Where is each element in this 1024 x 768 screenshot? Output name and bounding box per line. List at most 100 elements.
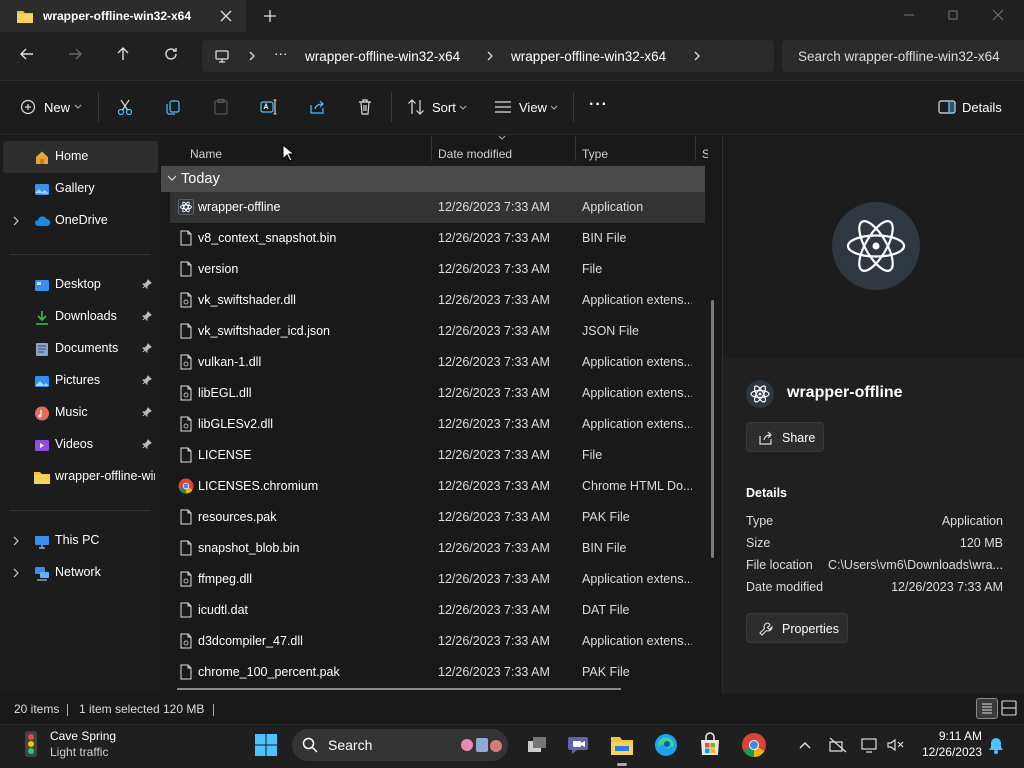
view-label: View: [519, 100, 547, 115]
edge-browser-icon[interactable]: [653, 732, 679, 758]
sidebar-item-documents[interactable]: Documents: [0, 333, 158, 365]
column-divider[interactable]: [575, 136, 576, 161]
sidebar-item-videos[interactable]: Videos: [0, 429, 158, 461]
file-row[interactable]: wrapper-offline 12/26/2023 7:33 AM Applica…: [170, 192, 705, 223]
column-header-name[interactable]: Name: [190, 147, 222, 161]
windows-start-icon[interactable]: [253, 732, 279, 758]
sidebar-item-onedrive[interactable]: OneDrive: [0, 205, 158, 237]
more-options-button[interactable]: ···: [589, 96, 608, 114]
network-tray-icon[interactable]: [860, 736, 880, 754]
close-window-icon[interactable]: [991, 8, 1005, 22]
chevron-right-icon[interactable]: [12, 216, 20, 226]
paste-icon[interactable]: [212, 98, 230, 116]
chevron-right-icon[interactable]: [12, 568, 20, 578]
up-arrow-icon[interactable]: [115, 46, 131, 62]
file-row[interactable]: LICENSES.chromium 12/26/2023 7:33 AM Chrom…: [170, 471, 705, 502]
file-row[interactable]: version 12/26/2023 7:33 AM File: [170, 254, 705, 285]
chevron-right-icon[interactable]: [692, 50, 702, 62]
tray-icon[interactable]: [828, 736, 848, 754]
sidebar-item-this-pc[interactable]: This PC: [0, 525, 158, 557]
search-placeholder: Search wrapper-offline-win32-x64: [798, 49, 1000, 64]
delete-icon[interactable]: [356, 98, 374, 116]
column-header-size[interactable]: S: [702, 147, 708, 161]
search-highlight-icon: [458, 734, 504, 756]
clock-date[interactable]: 12/26/2023: [914, 745, 982, 759]
show-hidden-icons-chevron[interactable]: [797, 737, 813, 753]
file-explorer-taskbar-icon[interactable]: [609, 732, 635, 758]
forward-arrow-icon[interactable]: [67, 46, 83, 62]
weather-location[interactable]: Cave Spring: [50, 729, 116, 743]
microsoft-store-icon[interactable]: [697, 732, 723, 758]
column-header-date[interactable]: Date modified: [438, 147, 512, 161]
computer-icon: [214, 48, 230, 64]
sidebar-item-home[interactable]: Home: [3, 141, 158, 173]
column-divider[interactable]: [431, 136, 432, 161]
file-row[interactable]: resources.pak 12/26/2023 7:33 AM PAK File: [170, 502, 705, 533]
sidebar-item-downloads[interactable]: Downloads: [0, 301, 158, 333]
clock-time[interactable]: 9:11 AM: [932, 729, 982, 743]
file-row[interactable]: icudtl.dat 12/26/2023 7:33 AM DAT File: [170, 595, 705, 626]
file-row[interactable]: chrome_100_percent.pak 12/26/2023 7:33 AM…: [170, 657, 705, 688]
search-input[interactable]: Search wrapper-offline-win32-x64: [782, 40, 1024, 72]
rename-icon[interactable]: [260, 98, 278, 116]
maximize-icon[interactable]: [946, 8, 960, 22]
toolbar-divider: [98, 92, 99, 122]
close-tab-icon[interactable]: [219, 9, 233, 23]
copy-icon[interactable]: [164, 98, 182, 116]
chevron-right-icon[interactable]: [247, 50, 257, 62]
sidebar-item-music[interactable]: Music: [0, 397, 158, 429]
prop-value-location[interactable]: C:\Users\vm6\Downloads\wra...: [828, 558, 1003, 572]
sidebar-item-pictures[interactable]: Pictures: [0, 365, 158, 397]
traffic-light-icon[interactable]: [18, 730, 44, 758]
window-tab[interactable]: wrapper-offline-win32-x64: [0, 0, 246, 32]
address-bar[interactable]: ··· wrapper-offline-win32-x64 wrapper-of…: [202, 40, 774, 72]
file-date: 12/26/2023 7:33 AM: [438, 324, 550, 338]
column-divider[interactable]: [695, 136, 696, 161]
file-row[interactable]: LICENSE 12/26/2023 7:33 AM File: [170, 440, 705, 471]
sidebar-divider: [10, 254, 150, 255]
teams-chat-icon[interactable]: [566, 732, 592, 758]
file-row[interactable]: ffmpeg.dll 12/26/2023 7:33 AM Application …: [170, 564, 705, 595]
sidebar-item-desktop[interactable]: Desktop: [0, 269, 158, 301]
tiles-view-toggle[interactable]: [1000, 699, 1018, 717]
sidebar-item-label: Desktop: [55, 277, 101, 291]
breadcrumb-ellipsis[interactable]: ···: [274, 46, 288, 61]
volume-muted-icon[interactable]: [886, 737, 904, 753]
file-row[interactable]: snapshot_blob.bin 12/26/2023 7:33 AM BIN F…: [170, 533, 705, 564]
file-name: snapshot_blob.bin: [198, 541, 300, 555]
chevron-right-icon[interactable]: [485, 50, 495, 62]
file-row[interactable]: vulkan-1.dll 12/26/2023 7:33 AM Applicatio…: [170, 347, 705, 378]
vertical-scrollbar[interactable]: [711, 300, 714, 558]
file-row[interactable]: v8_context_snapshot.bin 12/26/2023 7:33 A…: [170, 223, 705, 254]
breadcrumb-item[interactable]: wrapper-offline-win32-x64: [511, 49, 666, 64]
taskbar-search-box[interactable]: Search: [292, 729, 508, 761]
horizontal-scrollbar[interactable]: [177, 688, 621, 690]
notification-bell-icon[interactable]: [988, 736, 1004, 754]
minimize-icon[interactable]: [902, 8, 916, 22]
file-date: 12/26/2023 7:33 AM: [438, 634, 550, 648]
new-tab-icon[interactable]: [262, 8, 278, 24]
chrome-browser-icon[interactable]: [741, 732, 767, 758]
share-icon[interactable]: [308, 98, 326, 116]
properties-button[interactable]: Properties: [746, 613, 848, 643]
breadcrumb-item[interactable]: wrapper-offline-win32-x64: [305, 49, 460, 64]
sidebar-item-wrapper-folder[interactable]: wrapper-offline-win32-x64: [0, 461, 158, 493]
pc-monitor-icon: [34, 534, 50, 549]
weather-description[interactable]: Light traffic: [50, 745, 108, 759]
sidebar-item-gallery[interactable]: Gallery: [0, 173, 158, 205]
file-row[interactable]: libEGL.dll 12/26/2023 7:33 AM Application …: [170, 378, 705, 409]
task-view-icon[interactable]: [524, 732, 550, 758]
group-header-today[interactable]: Today: [161, 166, 705, 192]
column-header-type[interactable]: Type: [582, 147, 608, 161]
file-row[interactable]: libGLESv2.dll 12/26/2023 7:33 AM Applicati…: [170, 409, 705, 440]
cut-icon[interactable]: [116, 98, 134, 116]
file-row[interactable]: d3dcompiler_47.dll 12/26/2023 7:33 AM Appl…: [170, 626, 705, 657]
chevron-right-icon[interactable]: [12, 536, 20, 546]
sidebar-item-network[interactable]: Network: [0, 557, 158, 589]
file-row[interactable]: vk_swiftshader_icd.json 12/26/2023 7:33 A…: [170, 316, 705, 347]
refresh-icon[interactable]: [163, 46, 179, 62]
share-button[interactable]: Share: [746, 422, 824, 452]
details-view-toggle[interactable]: [976, 698, 998, 719]
file-row[interactable]: vk_swiftshader.dll 12/26/2023 7:33 AM Appl…: [170, 285, 705, 316]
back-arrow-icon[interactable]: [19, 46, 35, 62]
